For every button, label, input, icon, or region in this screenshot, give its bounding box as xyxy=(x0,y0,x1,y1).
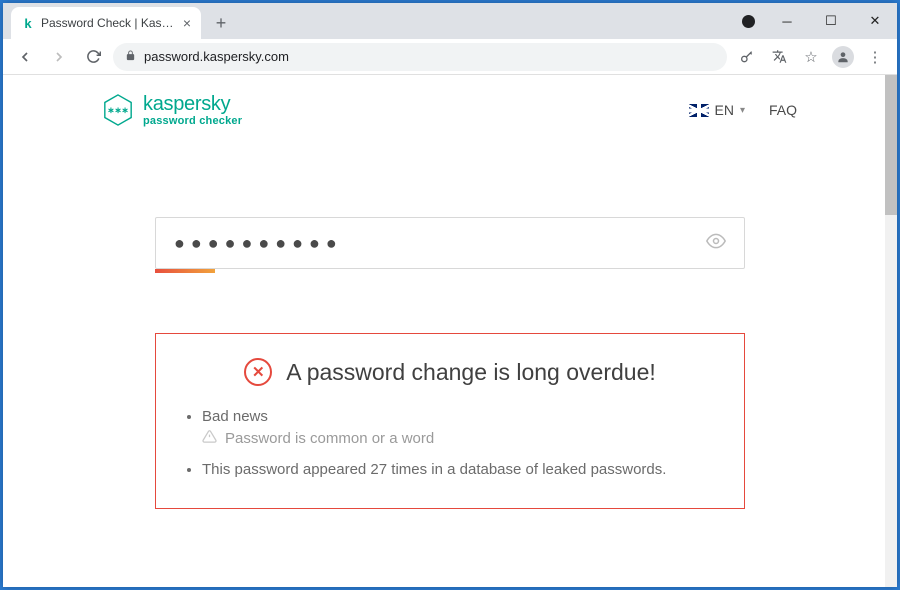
maximize-button[interactable]: ☐ xyxy=(809,6,853,36)
avatar-icon xyxy=(832,46,854,68)
svg-text:∗∗∗: ∗∗∗ xyxy=(107,105,128,115)
password-input[interactable]: ●●●●●●●●●● xyxy=(155,217,745,269)
reload-button[interactable] xyxy=(79,43,107,71)
chevron-down-icon: ▾ xyxy=(740,105,745,116)
alert-header: ✕ A password change is long overdue! xyxy=(184,358,716,386)
browser-toolbar: password.kaspersky.com ☆ ⋮ xyxy=(3,39,897,75)
scrollbar-thumb[interactable] xyxy=(885,75,897,215)
brand-subtitle: password checker xyxy=(143,115,242,127)
toggle-visibility-icon[interactable] xyxy=(706,231,726,256)
strength-meter xyxy=(155,269,745,273)
language-label: EN xyxy=(715,102,734,118)
brand-name: kaspersky xyxy=(143,93,242,115)
new-tab-button[interactable]: + xyxy=(207,9,235,37)
error-circle-icon: ✕ xyxy=(244,358,272,386)
logo-text: kaspersky password checker xyxy=(143,93,242,127)
menu-button[interactable]: ⋮ xyxy=(861,43,889,71)
alert-bullet-text: Bad news xyxy=(202,408,268,425)
profile-button[interactable] xyxy=(829,43,857,71)
page-content: ∗∗∗ kaspersky password checker EN ▾ FAQ xyxy=(3,75,897,587)
tab-strip: k Password Check | Kaspers × + ─ ☐ ✕ xyxy=(3,3,897,39)
browser-window: k Password Check | Kaspers × + ─ ☐ ✕ pas… xyxy=(3,3,897,587)
scrollbar[interactable] xyxy=(885,75,897,587)
alert-list: Bad news Password is common or a word Th… xyxy=(184,408,716,478)
lock-icon xyxy=(125,50,136,64)
password-key-icon[interactable] xyxy=(733,43,761,71)
logo-hexagon-icon: ∗∗∗ xyxy=(103,94,133,126)
close-window-button[interactable]: ✕ xyxy=(853,6,897,36)
tab-title: Password Check | Kaspers xyxy=(41,16,177,30)
page-viewport: ∗∗∗ kaspersky password checker EN ▾ FAQ xyxy=(3,75,897,587)
alert-panel: ✕ A password change is long overdue! Bad… xyxy=(155,333,745,509)
toolbar-right: ☆ ⋮ xyxy=(733,43,889,71)
url-text: password.kaspersky.com xyxy=(144,49,289,64)
back-button[interactable] xyxy=(11,43,39,71)
translate-icon[interactable] xyxy=(765,43,793,71)
warning-triangle-icon xyxy=(202,429,217,447)
minimize-button[interactable]: ─ xyxy=(765,6,809,36)
record-icon xyxy=(742,15,755,28)
faq-link[interactable]: FAQ xyxy=(769,102,797,118)
flag-uk-icon xyxy=(689,104,709,117)
language-selector[interactable]: EN ▾ xyxy=(689,102,745,118)
logo[interactable]: ∗∗∗ kaspersky password checker xyxy=(103,93,242,127)
site-header: ∗∗∗ kaspersky password checker EN ▾ FAQ xyxy=(3,75,897,137)
favicon-icon: k xyxy=(21,16,35,30)
alert-title: A password change is long overdue! xyxy=(286,359,656,386)
alert-bullet-text: This password appeared 27 times in a dat… xyxy=(202,461,666,478)
star-icon[interactable]: ☆ xyxy=(797,43,825,71)
alert-bullet: Bad news Password is common or a word xyxy=(202,408,716,447)
header-nav: EN ▾ FAQ xyxy=(689,102,798,118)
browser-tab[interactable]: k Password Check | Kaspers × xyxy=(11,7,201,39)
alert-sub-reason: Password is common or a word xyxy=(202,429,716,447)
alert-bullet: This password appeared 27 times in a dat… xyxy=(202,461,716,478)
strength-segment xyxy=(155,269,215,273)
password-masked-value: ●●●●●●●●●● xyxy=(174,233,706,254)
window-controls: ─ ☐ ✕ xyxy=(742,3,897,39)
alert-sub-reason-text: Password is common or a word xyxy=(225,430,434,447)
forward-button[interactable] xyxy=(45,43,73,71)
address-bar[interactable]: password.kaspersky.com xyxy=(113,43,727,71)
close-tab-icon[interactable]: × xyxy=(183,15,191,31)
